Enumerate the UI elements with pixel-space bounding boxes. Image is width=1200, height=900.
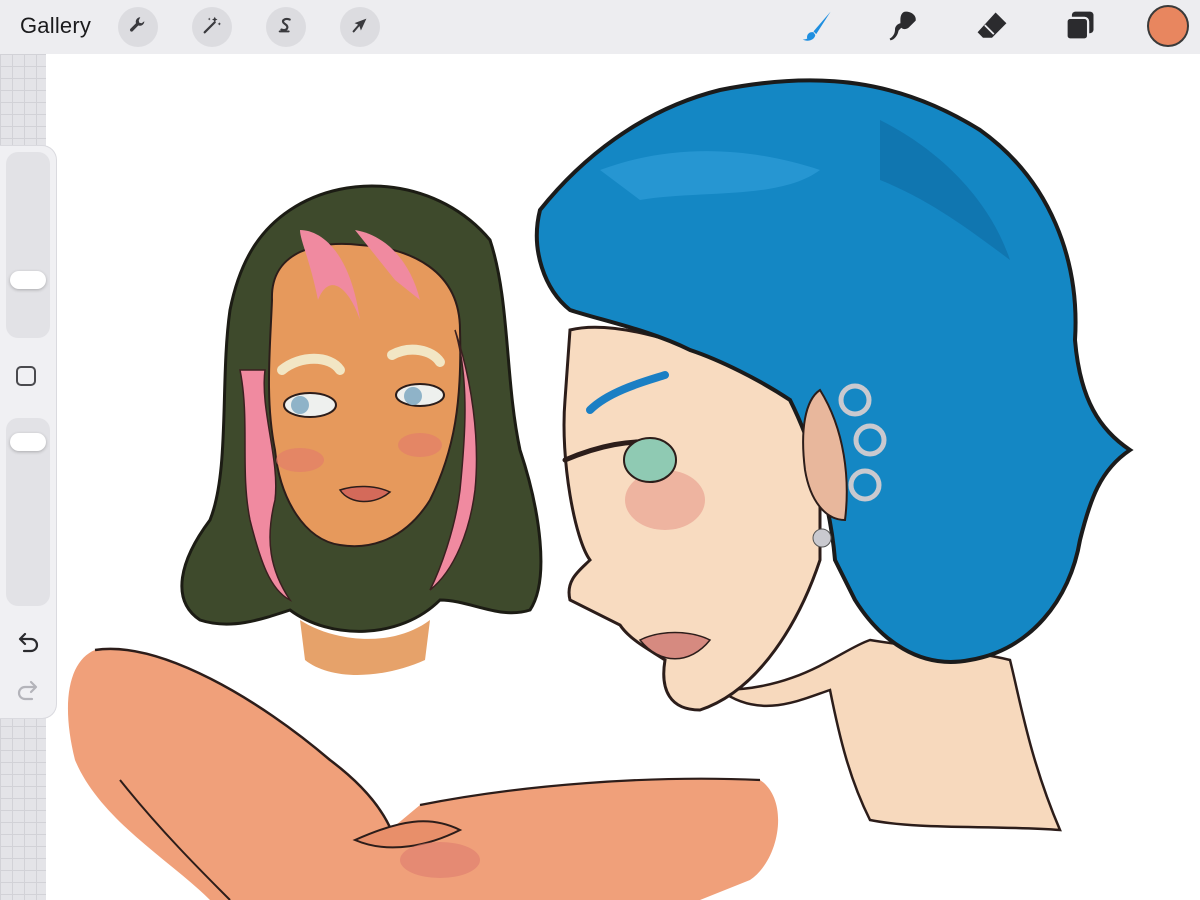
brush-size-thumb[interactable] (10, 271, 46, 290)
brush-size-slider[interactable] (6, 152, 50, 338)
layers-icon (1062, 8, 1098, 49)
drawing-canvas[interactable] (46, 54, 1200, 900)
gallery-button[interactable]: Gallery (20, 13, 91, 39)
actions-button[interactable] (118, 7, 158, 47)
brush-opacity-thumb[interactable] (10, 433, 46, 452)
arrow-cursor-icon (349, 14, 371, 41)
magic-wand-icon (201, 14, 223, 41)
transform-button[interactable] (340, 7, 380, 47)
smudge-icon (886, 8, 922, 49)
brush-tool-button[interactable] (798, 8, 838, 48)
green-hair-portrait (180, 184, 543, 675)
adjustments-button[interactable] (192, 7, 232, 47)
layers-tool-button[interactable] (1060, 8, 1100, 48)
brush-opacity-slider[interactable] (6, 418, 50, 606)
color-picker-button[interactable] (1147, 5, 1189, 47)
blue-hair-profile (534, 78, 1134, 832)
brush-icon (800, 8, 836, 49)
eraser-tool-button[interactable] (972, 8, 1012, 48)
modify-square-icon[interactable] (16, 366, 36, 386)
wrench-icon (127, 14, 149, 41)
top-toolbar: Gallery (0, 0, 1200, 55)
brush-sidebar (0, 146, 56, 718)
smudge-tool-button[interactable] (884, 8, 924, 48)
artwork (67, 78, 1134, 900)
undo-icon[interactable] (14, 630, 42, 654)
selection-s-icon (275, 14, 297, 41)
eraser-icon (974, 8, 1010, 49)
redo-icon[interactable] (14, 678, 42, 702)
selection-button[interactable] (266, 7, 306, 47)
